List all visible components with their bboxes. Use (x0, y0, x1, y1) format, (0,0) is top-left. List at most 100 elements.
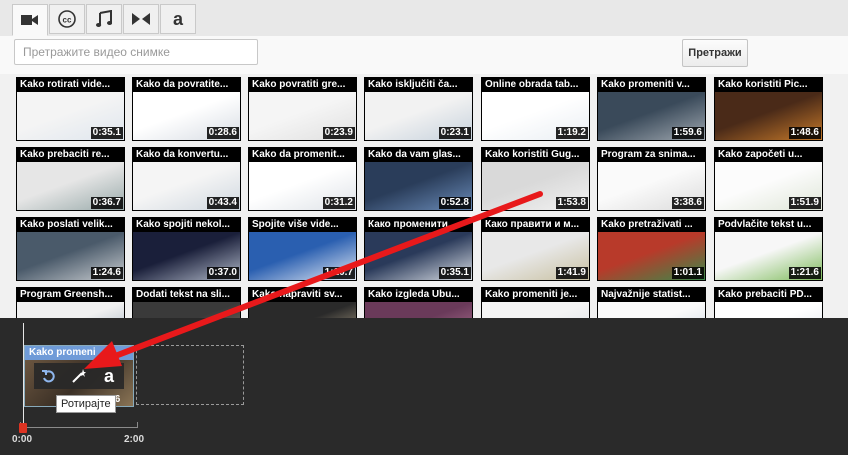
rotate-icon (42, 370, 55, 383)
video-thumbnail[interactable]: Kako da konvertu... 0:43.4 (132, 147, 241, 211)
video-duration: 1:48.6 (788, 127, 821, 139)
playhead-handle[interactable] (19, 423, 27, 433)
video-thumbnail[interactable]: Najvažnije statist... (597, 287, 706, 318)
video-thumbnail[interactable]: Program Greensh... (16, 287, 125, 318)
media-toolbar: cc a (0, 0, 848, 37)
video-title: Podvlačite tekst u... (715, 218, 822, 232)
ruler-label-start: 0:00 (12, 434, 33, 445)
thumbnail-image (715, 302, 822, 318)
video-duration: 0:28.6 (206, 127, 239, 139)
video-thumbnail[interactable]: Kako da promenit... 0:31.2 (248, 147, 357, 211)
search-input[interactable] (14, 39, 258, 65)
video-title: Program za snima... (598, 148, 705, 162)
video-title: Како променити... (365, 218, 472, 232)
svg-text:cc: cc (63, 16, 72, 25)
video-thumbnail[interactable]: Како променити... 0:35.1 (364, 217, 473, 281)
video-duration: 1:10.7 (322, 267, 355, 279)
video-thumbnail[interactable]: Spojite više vide... 1:10.7 (248, 217, 357, 281)
video-duration: 0:23.9 (322, 127, 355, 139)
search-button[interactable]: Претражи (682, 39, 748, 67)
video-title: Spojite više vide... (249, 218, 356, 232)
video-duration: 1:51.9 (788, 197, 821, 209)
music-note-icon (96, 10, 112, 27)
video-duration: 1:19.2 (555, 127, 588, 139)
video-duration: 1:01.1 (671, 267, 704, 279)
video-duration: 0:36.7 (90, 197, 123, 209)
video-title: Kako povratiti gre... (249, 78, 356, 92)
video-thumbnail[interactable]: Kako promeniti v... 1:59.6 (597, 77, 706, 141)
video-thumbnail[interactable]: Kako spojiti nekol... 0:37.0 (132, 217, 241, 281)
video-thumbnail[interactable]: Kako prebaciti PD... (714, 287, 823, 318)
video-duration: 3:38.6 (671, 197, 704, 209)
video-duration: 1:24.6 (90, 267, 123, 279)
video-thumbnail[interactable]: Kako da vam glas... 0:52.8 (364, 147, 473, 211)
ruler-tick (137, 422, 138, 428)
video-thumbnail[interactable]: Dodati tekst na sli... (132, 287, 241, 318)
video-title: Kako poslati velik... (17, 218, 124, 232)
text-tool-button[interactable]: a (96, 363, 122, 389)
video-duration: 0:43.4 (206, 197, 239, 209)
rotate-tooltip: Ротирајте (56, 395, 116, 413)
video-camera-icon (21, 15, 38, 25)
magic-wand-icon (72, 369, 86, 383)
video-thumbnail[interactable]: Podvlačite tekst u... 1:21.6 (714, 217, 823, 281)
rotate-button[interactable] (36, 363, 62, 389)
video-thumbnail[interactable]: Kako poslati velik... 1:24.6 (16, 217, 125, 281)
video-thumbnail[interactable]: Program za snima... 3:38.6 (597, 147, 706, 211)
video-thumbnail[interactable]: Kako rotirati vide... 0:35.1 (16, 77, 125, 141)
video-title: Kako prebaciti re... (17, 148, 124, 162)
video-title: Kako da promenit... (249, 148, 356, 162)
video-title: Kako da vam glas... (365, 148, 472, 162)
video-thumbnail[interactable]: Online obrada tab... 1:19.2 (481, 77, 590, 141)
ruler-label-end: 2:00 (124, 434, 145, 445)
thumbnail-image (598, 302, 705, 318)
cc-icon: cc (58, 10, 76, 28)
video-thumbnail[interactable]: Kako napraviti sv... (248, 287, 357, 318)
thumbnail-image (482, 302, 589, 318)
tab-captions[interactable]: cc (49, 4, 85, 34)
video-duration: 0:37.0 (206, 267, 239, 279)
video-title: Kako promeniti v... (598, 78, 705, 92)
video-thumbnail[interactable]: Kako pretraživati ... 1:01.1 (597, 217, 706, 281)
video-title: Kako izgleda Ubu... (365, 288, 472, 302)
video-thumbnail[interactable]: Kako povratiti gre... 0:23.9 (248, 77, 357, 141)
video-thumbnail[interactable]: Kako da povratite... 0:28.6 (132, 77, 241, 141)
video-title: Kako započeti u... (715, 148, 822, 162)
video-thumbnail[interactable]: Како правити и м... 1:41.9 (481, 217, 590, 281)
effects-button[interactable] (66, 363, 92, 389)
text-a-icon: a (173, 10, 184, 28)
thumbnail-image (249, 302, 356, 318)
tab-audio[interactable] (86, 4, 122, 34)
time-ruler (20, 427, 138, 428)
transition-icon (132, 13, 150, 25)
video-duration: 1:59.6 (671, 127, 704, 139)
video-thumbnail[interactable]: Kako koristiti Pic... 1:48.6 (714, 77, 823, 141)
video-duration: 0:23.1 (438, 127, 471, 139)
thumbnail-image (17, 302, 124, 318)
video-title: Kako koristiti Pic... (715, 78, 822, 92)
text-a-icon: a (104, 367, 115, 385)
video-duration: 1:21.6 (788, 267, 821, 279)
thumbnail-image (365, 302, 472, 318)
video-duration: 0:52.8 (438, 197, 471, 209)
video-title: Program Greensh... (17, 288, 124, 302)
video-grid: Kako rotirati vide... 0:35.1 Kako da povra… (0, 74, 848, 318)
video-thumbnail[interactable]: Kako izgleda Ubu... (364, 287, 473, 318)
video-thumbnail[interactable]: Kako isključiti ča... 0:23.1 (364, 77, 473, 141)
video-thumbnail[interactable]: Kako promeniti je... (481, 287, 590, 318)
clip-drop-target[interactable] (136, 345, 244, 405)
video-title: Kako napraviti sv... (249, 288, 356, 302)
video-thumbnail[interactable]: Kako koristiti Gug... 1:53.8 (481, 147, 590, 211)
video-duration: 0:31.2 (322, 197, 355, 209)
svg-text:a: a (173, 10, 184, 28)
video-title: Како правити и м... (482, 218, 589, 232)
video-title: Kako da konvertu... (133, 148, 240, 162)
video-title: Online obrada tab... (482, 78, 589, 92)
video-title: Kako da povratite... (133, 78, 240, 92)
clip-title: Kako promeni (25, 346, 133, 360)
video-thumbnail[interactable]: Kako prebaciti re... 0:36.7 (16, 147, 125, 211)
video-thumbnail[interactable]: Kako započeti u... 1:51.9 (714, 147, 823, 211)
tab-video[interactable] (12, 4, 48, 36)
tab-text[interactable]: a (160, 4, 196, 34)
tab-transitions[interactable] (123, 4, 159, 34)
